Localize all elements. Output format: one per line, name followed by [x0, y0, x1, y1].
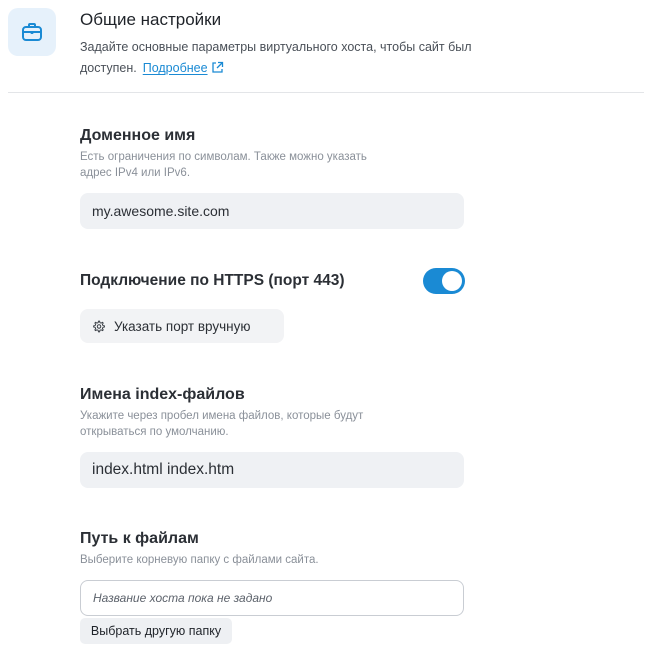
file-path-title: Путь к файлам — [80, 530, 199, 547]
manual-port-button[interactable]: Указать порт вручную — [80, 309, 284, 343]
more-link-label: Подробнее — [142, 61, 208, 75]
index-files-hint: Укажите через пробел имена файлов, котор… — [80, 410, 364, 438]
toggle-knob — [442, 271, 462, 291]
description-text: Задайте основные параметры виртуального … — [80, 40, 472, 75]
domain-title: Доменное имя — [80, 127, 196, 144]
choose-folder-button[interactable]: Выбрать другую папку — [80, 618, 232, 644]
index-files-input[interactable]: index.html index.htm — [80, 452, 464, 488]
external-link-icon — [211, 60, 224, 81]
settings-header: Общие настройки Задайте основные парамет… — [0, 0, 652, 93]
briefcase-icon — [8, 8, 56, 56]
https-title: Подключение по HTTPS (порт 443) — [80, 272, 345, 289]
file-path-input[interactable]: Название хоста пока не задано — [80, 580, 464, 616]
index-files-title: Имена index-файлов — [80, 386, 245, 403]
page-title: Общие настройки — [80, 10, 222, 29]
more-link[interactable]: Подробнее — [143, 61, 224, 75]
manual-port-label: Указать порт вручную — [114, 318, 251, 334]
page-description: Задайте основные параметры виртуального … — [80, 37, 500, 81]
file-path-hint: Выберите корневую папку с файлами сайта. — [80, 554, 319, 566]
gear-icon — [92, 320, 105, 333]
domain-input[interactable]: my.awesome.site.com — [80, 193, 464, 229]
domain-hint: Есть ограничения по символам. Также можн… — [80, 151, 367, 179]
https-toggle[interactable] — [423, 268, 465, 294]
header-divider — [8, 92, 644, 93]
